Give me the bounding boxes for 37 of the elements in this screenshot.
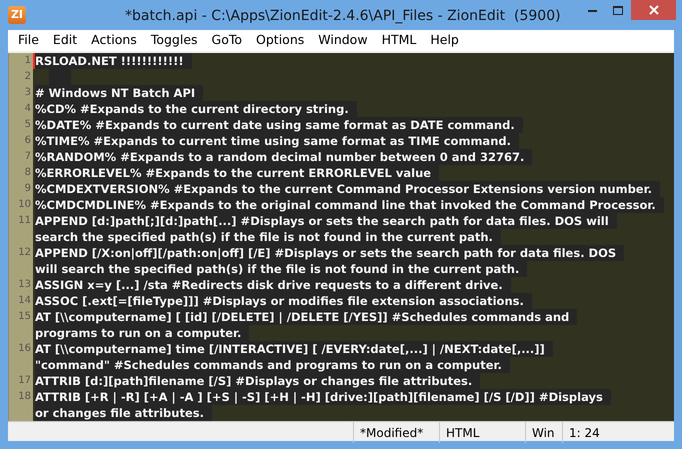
line-number: 4: [9, 101, 33, 117]
close-icon: [648, 5, 658, 15]
line-number: 6: [9, 133, 33, 149]
line-number: 12: [9, 245, 33, 277]
status-field: Win: [525, 422, 562, 443]
menu-item[interactable]: Toggles: [144, 31, 205, 50]
line-number: 9: [9, 181, 33, 197]
line-number: 2: [9, 69, 33, 85]
line-number: 16: [9, 341, 33, 373]
status-field: 1: 24: [562, 422, 674, 443]
app-icon: ZI: [8, 6, 26, 24]
line-number: 10: [9, 197, 33, 213]
line-number: 5: [9, 117, 33, 133]
line-number: 3: [9, 85, 33, 101]
line-number: 8: [9, 165, 33, 181]
status-field: HTML: [439, 422, 525, 443]
menu-item[interactable]: Actions: [84, 31, 144, 50]
line-number: 15: [9, 309, 33, 341]
menu-item[interactable]: Options: [249, 31, 312, 50]
window-title: *batch.api - C:\Apps\ZionEdit-2.4.6\API_Files - ZionEdit (5900): [125, 7, 561, 26]
menu-item[interactable]: Help: [423, 31, 466, 50]
line-number: 11: [9, 213, 33, 245]
maximize-icon: [613, 6, 623, 14]
menu-item[interactable]: HTML: [374, 31, 424, 50]
menu-item[interactable]: GoTo: [204, 31, 250, 50]
line-number: 17: [9, 373, 33, 389]
minimize-icon: [588, 8, 596, 12]
line-number: 1: [9, 53, 33, 69]
line-number: 18: [9, 389, 33, 421]
status-field: *Modified*: [353, 422, 439, 443]
close-button[interactable]: [631, 0, 676, 20]
line-number: 13: [9, 277, 33, 293]
line-number: 7: [9, 149, 33, 165]
menu-item[interactable]: Edit: [46, 31, 84, 50]
menu-item[interactable]: File: [11, 31, 46, 50]
line-number: 14: [9, 293, 33, 309]
menu-item[interactable]: Window: [311, 31, 375, 50]
